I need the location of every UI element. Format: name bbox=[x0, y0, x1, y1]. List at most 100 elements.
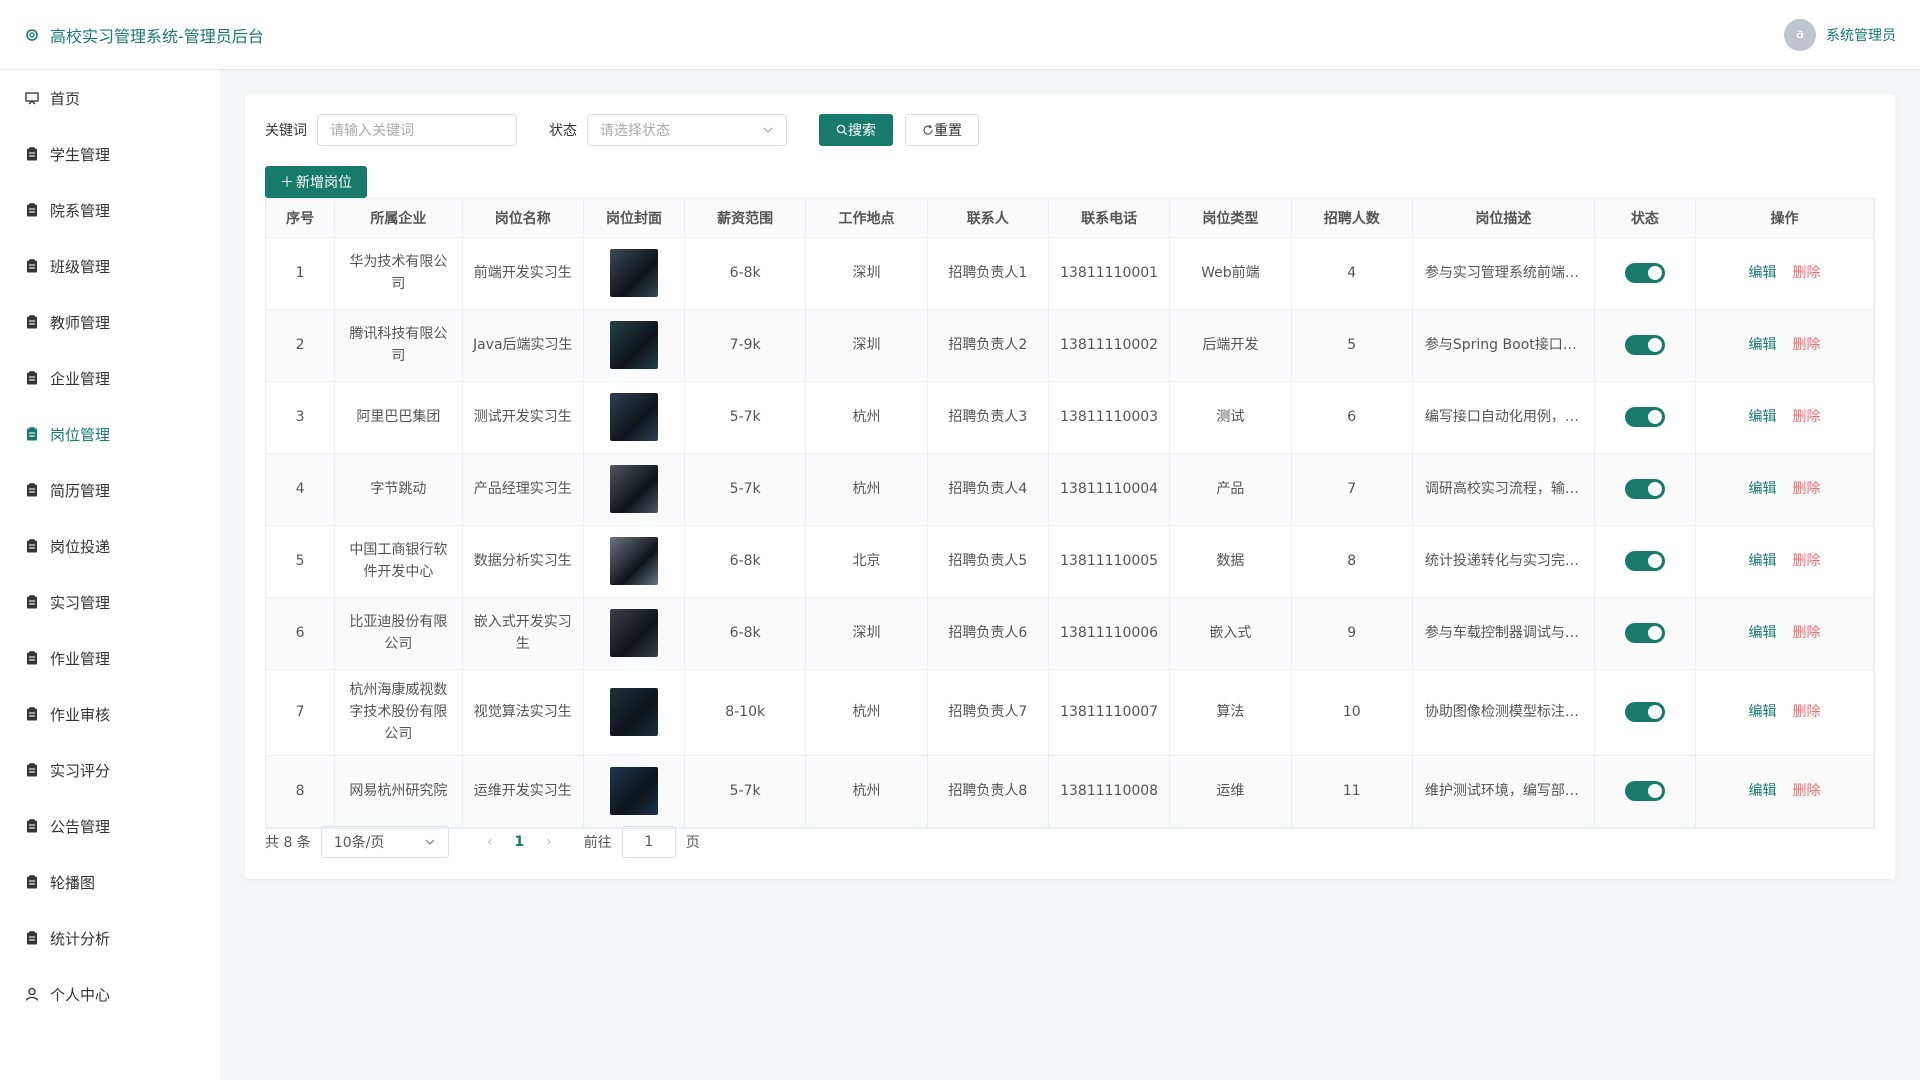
type-cell: 算法 bbox=[1169, 669, 1292, 756]
position-cover-image[interactable] bbox=[609, 465, 658, 513]
count-cell: 5 bbox=[1291, 309, 1413, 382]
status-toggle[interactable] bbox=[1624, 623, 1665, 643]
row-number: 6 bbox=[266, 597, 336, 670]
search-button-label: 搜索 bbox=[848, 123, 876, 139]
status-toggle[interactable] bbox=[1624, 551, 1665, 571]
status-label: 状态 bbox=[549, 123, 577, 139]
sidebar-item[interactable]: 实习管理 bbox=[0, 574, 220, 630]
clipboard-icon bbox=[27, 259, 37, 273]
clipboard-icon bbox=[27, 315, 37, 329]
column-header: 所属企业 bbox=[334, 199, 463, 238]
keyword-input[interactable]: 请输入关键词 bbox=[317, 114, 517, 146]
status-toggle[interactable] bbox=[1624, 263, 1665, 283]
page-size-select[interactable]: 10条/页 bbox=[320, 826, 449, 858]
sidebar-item[interactable]: 企业管理 bbox=[0, 350, 220, 406]
edit-button[interactable]: 编辑 bbox=[1748, 783, 1776, 799]
edit-button[interactable]: 编辑 bbox=[1748, 481, 1776, 497]
status-select[interactable]: 请选择状态 bbox=[587, 114, 787, 146]
table-row: 3 阿里巴巴集团 测试开发实习生 5-7k 杭州 招聘负责人3 13811110… bbox=[266, 381, 1875, 454]
actions-cell: 编辑 删除 bbox=[1695, 237, 1875, 310]
sidebar-item[interactable]: 首页 bbox=[0, 70, 220, 126]
status-toggle[interactable] bbox=[1624, 702, 1665, 722]
clipboard-icon bbox=[27, 651, 37, 665]
avatar[interactable]: a bbox=[1784, 18, 1816, 51]
position-cover-image[interactable] bbox=[609, 609, 658, 657]
count-cell: 11 bbox=[1291, 755, 1413, 828]
delete-button[interactable]: 删除 bbox=[1792, 337, 1820, 353]
delete-button[interactable]: 删除 bbox=[1792, 625, 1820, 641]
description-cell: 参与车载控制器调试与测试 bbox=[1412, 597, 1595, 670]
prev-page-icon[interactable]: ‹ bbox=[487, 834, 493, 850]
delete-button[interactable]: 删除 bbox=[1792, 553, 1820, 569]
delete-button[interactable]: 删除 bbox=[1792, 481, 1820, 497]
delete-button[interactable]: 删除 bbox=[1792, 704, 1820, 720]
sidebar-item[interactable]: 公告管理 bbox=[0, 798, 220, 854]
edit-button[interactable]: 编辑 bbox=[1748, 409, 1776, 425]
sidebar-item[interactable]: 作业审核 bbox=[0, 686, 220, 742]
clipboard-icon bbox=[27, 931, 37, 945]
salary-cell: 7-9k bbox=[684, 309, 807, 382]
next-page-icon[interactable]: › bbox=[546, 834, 552, 850]
count-cell: 7 bbox=[1291, 453, 1413, 526]
sidebar-item[interactable]: 班级管理 bbox=[0, 238, 220, 294]
position-cover-image[interactable] bbox=[609, 393, 658, 441]
keyword-label: 关键词 bbox=[265, 123, 307, 139]
user-name[interactable]: 系统管理员 bbox=[1826, 25, 1896, 45]
add-position-button[interactable]: ＋ 新增岗位 bbox=[265, 166, 367, 198]
sidebar-item-label: 学生管理 bbox=[50, 145, 111, 164]
phone-cell: 13811110008 bbox=[1048, 755, 1171, 828]
page-number[interactable]: 1 bbox=[514, 834, 524, 850]
clipboard-icon bbox=[27, 371, 37, 385]
edit-button[interactable]: 编辑 bbox=[1748, 265, 1776, 281]
status-toggle[interactable] bbox=[1624, 781, 1665, 801]
sidebar-item[interactable]: 统计分析 bbox=[0, 910, 220, 966]
position-cover-image[interactable] bbox=[609, 688, 658, 736]
sidebar-item[interactable]: 学生管理 bbox=[0, 126, 220, 182]
delete-button[interactable]: 删除 bbox=[1792, 265, 1820, 281]
sidebar-item[interactable]: 作业管理 bbox=[0, 630, 220, 686]
clipboard-icon bbox=[27, 707, 37, 721]
position-cover-image[interactable] bbox=[609, 537, 658, 585]
column-header: 联系电话 bbox=[1048, 199, 1171, 238]
location-cell: 杭州 bbox=[805, 755, 928, 828]
sidebar-item[interactable]: 岗位投递 bbox=[0, 518, 220, 574]
table-row: 6 比亚迪股份有限公司 嵌入式开发实习生 6-8k 深圳 招聘负责人6 1381… bbox=[266, 597, 1875, 670]
gear-icon bbox=[26, 28, 38, 41]
edit-button[interactable]: 编辑 bbox=[1748, 625, 1776, 641]
row-number: 8 bbox=[266, 755, 336, 828]
goto-page-input[interactable]: 1 bbox=[621, 826, 676, 858]
delete-button[interactable]: 删除 bbox=[1792, 783, 1820, 799]
sidebar-item-label: 班级管理 bbox=[50, 257, 111, 276]
edit-button[interactable]: 编辑 bbox=[1748, 337, 1776, 353]
search-button[interactable]: 搜索 bbox=[819, 114, 893, 146]
position-name-cell: 视觉算法实习生 bbox=[462, 669, 584, 756]
sidebar-item[interactable]: 实习评分 bbox=[0, 742, 220, 798]
edit-button[interactable]: 编辑 bbox=[1748, 704, 1776, 720]
delete-button[interactable]: 删除 bbox=[1792, 409, 1820, 425]
user-menu[interactable]: a 系统管理员 bbox=[1784, 18, 1896, 51]
sidebar-item[interactable]: 简历管理 bbox=[0, 462, 220, 518]
column-header: 招聘人数 bbox=[1291, 199, 1413, 238]
table-header-row: 序号 所属企业 岗位名称 岗位封面 薪资范围 工作地点 联系人 联系电话 岗位类型 招聘人数 岗位描… bbox=[266, 199, 1875, 238]
sidebar-item[interactable]: 个人中心 bbox=[0, 966, 220, 1022]
column-header: 岗位描述 bbox=[1412, 199, 1595, 238]
phone-cell: 13811110003 bbox=[1048, 381, 1171, 454]
position-cover-image[interactable] bbox=[609, 321, 658, 369]
position-cover-image[interactable] bbox=[609, 767, 658, 815]
sidebar-item[interactable]: 岗位管理 bbox=[0, 406, 220, 462]
sidebar: 首页 学生管理 院系管理 班级管理 教师管理 企业管理 岗位管理 简历管理 岗位投递 实习管理 作业… bbox=[0, 70, 220, 1080]
sidebar-item[interactable]: 院系管理 bbox=[0, 182, 220, 238]
position-cover-image[interactable] bbox=[609, 249, 658, 297]
status-toggle[interactable] bbox=[1624, 479, 1665, 499]
actions-cell: 编辑 删除 bbox=[1695, 381, 1875, 454]
position-name-cell: 嵌入式开发实习生 bbox=[462, 597, 584, 670]
sidebar-item-label: 实习评分 bbox=[50, 761, 111, 780]
reset-button[interactable]: 重置 bbox=[905, 114, 979, 146]
status-toggle[interactable] bbox=[1624, 407, 1665, 427]
edit-button[interactable]: 编辑 bbox=[1748, 553, 1776, 569]
status-toggle[interactable] bbox=[1624, 335, 1665, 355]
sidebar-item[interactable]: 轮播图 bbox=[0, 854, 220, 910]
column-header: 岗位类型 bbox=[1169, 199, 1292, 238]
sidebar-item[interactable]: 教师管理 bbox=[0, 294, 220, 350]
status-cell bbox=[1594, 525, 1696, 598]
